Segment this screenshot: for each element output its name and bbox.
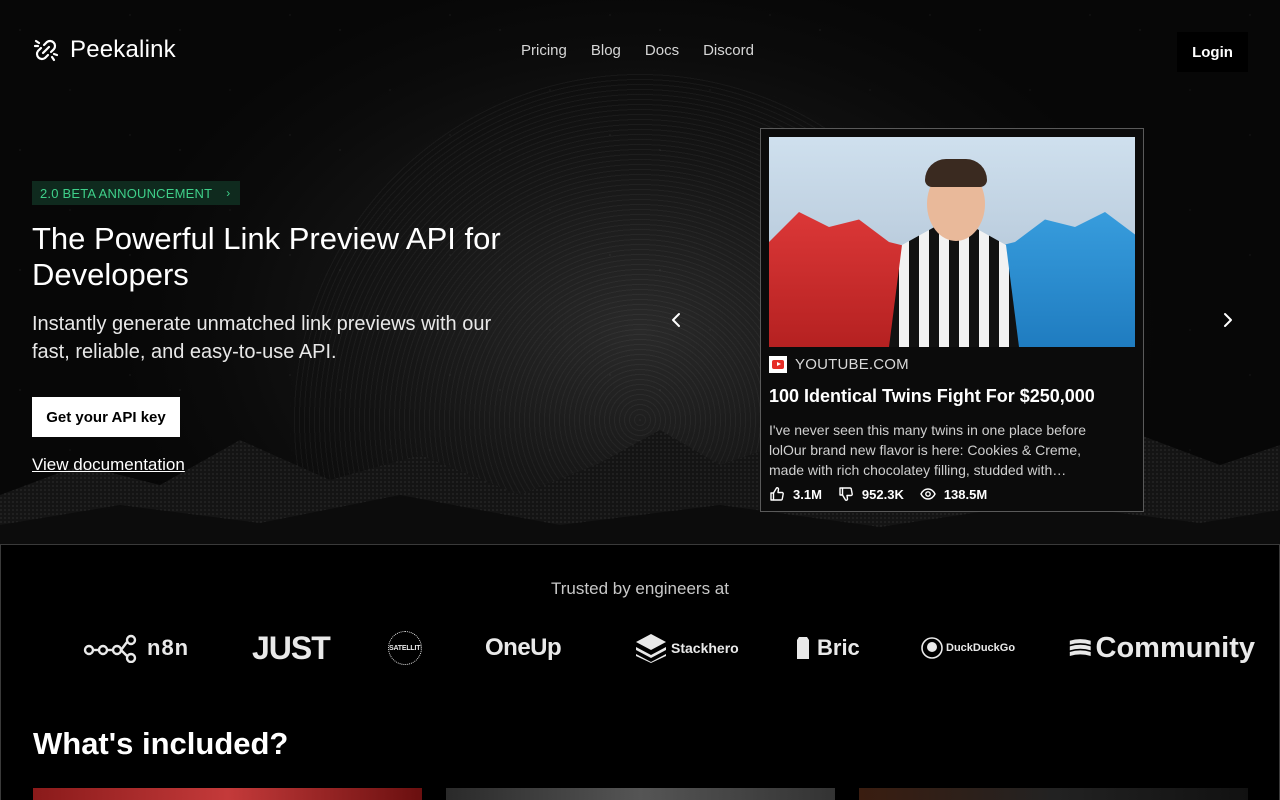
get-api-key-button[interactable]: Get your API key bbox=[32, 397, 180, 437]
nav-link-pricing[interactable]: Pricing bbox=[521, 42, 567, 59]
customer-logos: n8n JUST SATELLITE OneUp Stackhero Bric … bbox=[83, 629, 1263, 666]
nav-links: Pricing Blog Docs Discord bbox=[521, 42, 754, 59]
carousel-next-button[interactable] bbox=[1216, 308, 1240, 332]
logo-stackhero-text: Stackhero bbox=[671, 640, 739, 656]
logo-oneup-text: OneUp bbox=[485, 634, 562, 661]
logo-satellite: SATELLITE bbox=[388, 631, 422, 665]
hero-subhead: Instantly generate unmatched link previe… bbox=[32, 313, 492, 363]
link-logo-icon bbox=[33, 39, 59, 62]
logo-stackhero: Stackhero bbox=[635, 631, 739, 665]
chevron-right-icon bbox=[1224, 313, 1232, 327]
bric-logo-icon bbox=[797, 637, 809, 659]
nav-link-docs[interactable]: Docs bbox=[645, 42, 679, 59]
hero-section: Peekalink Pricing Blog Docs Discord Logi… bbox=[0, 0, 1280, 545]
stackhero-logo-icon bbox=[636, 634, 666, 663]
thumbs-up-icon bbox=[770, 487, 784, 501]
dislikes-count: 952.3K bbox=[861, 486, 904, 502]
view-documentation-link[interactable]: View documentation bbox=[32, 455, 185, 475]
duckduckgo-logo-icon bbox=[921, 637, 943, 659]
link-preview-card[interactable]: YOUTUBE.COM 100 Identical Twins Fight Fo… bbox=[760, 128, 1144, 512]
login-button[interactable]: Login bbox=[1177, 32, 1248, 72]
preview-title: 100 Identical Twins Fight For $250,000 bbox=[769, 386, 1095, 406]
community-logo-icon bbox=[1069, 639, 1091, 657]
announcement-badge-label: 2.0 BETA ANNOUNCEMENT bbox=[40, 185, 213, 201]
likes-count: 3.1M bbox=[793, 486, 822, 502]
logo-duckduckgo-text: DuckDuckGo bbox=[946, 642, 1016, 654]
logo-satellite-text: SATELLITE bbox=[388, 631, 422, 665]
feature-card-thumbnail[interactable] bbox=[859, 788, 1248, 800]
feature-card-thumbnail[interactable] bbox=[33, 788, 422, 800]
views-count: 138.5M bbox=[943, 486, 988, 502]
chevron-right-icon: › bbox=[226, 186, 231, 200]
logo-n8n: n8n bbox=[83, 631, 189, 665]
thumbs-down-icon bbox=[839, 487, 853, 501]
preview-site: YOUTUBE.COM bbox=[769, 356, 909, 373]
trusted-by-label: Trusted by engineers at bbox=[551, 579, 729, 598]
top-navigation: Peekalink Pricing Blog Docs Discord Logi… bbox=[0, 0, 1280, 104]
logo-n8n-text: n8n bbox=[147, 635, 190, 660]
feature-card-thumbnail[interactable] bbox=[446, 788, 835, 800]
n8n-logo-icon bbox=[83, 634, 137, 663]
nav-link-blog[interactable]: Blog bbox=[591, 42, 621, 59]
logo-duckduckgo: DuckDuckGo bbox=[921, 631, 1015, 665]
logo-just: JUST bbox=[252, 629, 331, 666]
logo-bric-text: Bric bbox=[817, 635, 860, 660]
preview-description: I've never seen this many twins in one p… bbox=[769, 422, 1087, 478]
chevron-left-icon bbox=[672, 313, 680, 327]
preview-thumbnail-image bbox=[769, 137, 1135, 347]
brand-name: Peekalink bbox=[70, 36, 176, 63]
whats-included-title: What's included? bbox=[33, 726, 289, 761]
logo-just-text: JUST bbox=[252, 629, 331, 666]
announcement-badge[interactable]: 2.0 BETA ANNOUNCEMENT › bbox=[32, 181, 241, 205]
trusted-by-section: Trusted by engineers at n8n JUST SATELLI… bbox=[0, 544, 1280, 696]
preview-stats: 3.1M 952.3K 138.5M bbox=[769, 486, 987, 502]
youtube-favicon-icon bbox=[769, 356, 787, 373]
preview-site-name: YOUTUBE.COM bbox=[795, 356, 909, 373]
logo-oneup: OneUp bbox=[485, 631, 562, 665]
whats-included-section: What's included? bbox=[0, 695, 1280, 800]
nav-link-discord[interactable]: Discord bbox=[703, 42, 754, 59]
logo-community-text: Community bbox=[1095, 631, 1256, 664]
logo-bric: Bric bbox=[795, 631, 860, 665]
hero-headline: The Powerful Link Preview API for Develo… bbox=[32, 221, 501, 292]
logo-community: Community bbox=[1069, 631, 1255, 665]
brand-logo[interactable]: Peekalink bbox=[32, 36, 176, 64]
carousel-prev-button[interactable] bbox=[664, 308, 688, 332]
eye-icon bbox=[920, 488, 936, 500]
